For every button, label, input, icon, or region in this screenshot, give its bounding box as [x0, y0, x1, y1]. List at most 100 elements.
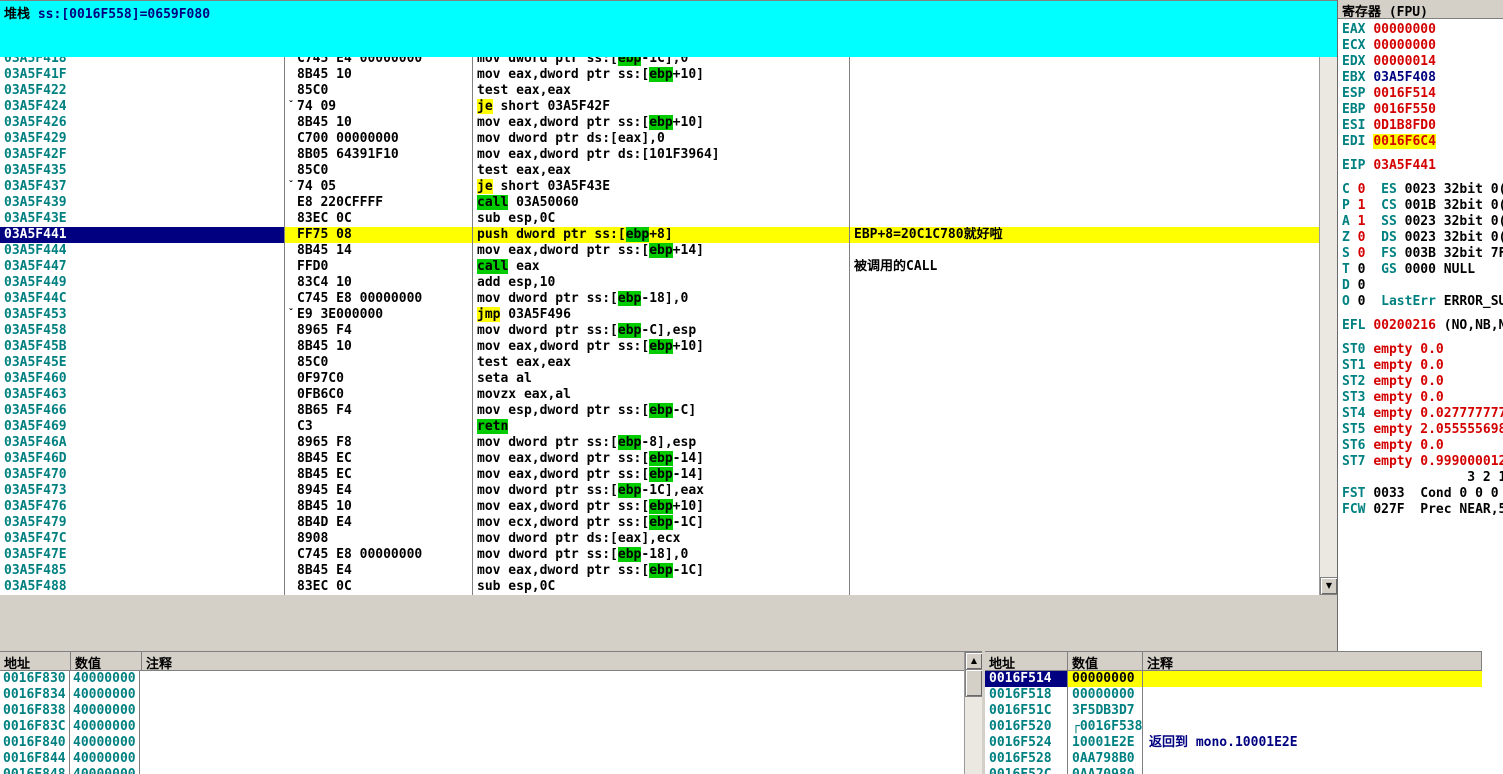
disasm-row[interactable]: 03A5F46D 8B45 EC mov eax,dword ptr ss:[ebp…	[0, 451, 1337, 467]
info-label: 堆栈	[4, 7, 31, 22]
instruction-disassembly: mov dword ptr ds:[eax],0	[473, 131, 850, 147]
register-line[interactable]: T 0 GS 0000 NULL	[1342, 262, 1503, 278]
register-line[interactable]: P 1 CS 001B 32bit 0(FFFFFFFF)	[1342, 198, 1503, 214]
register-line[interactable]: ESP 0016F514	[1342, 86, 1503, 102]
info-pane: 堆栈 ss:[0016F558]=0659F080	[0, 0, 1337, 57]
register-line[interactable]: C 0 ES 0023 32bit 0(FFFFFFFF)	[1342, 182, 1503, 198]
stack-row[interactable]: 0016F518 00000000	[985, 687, 1482, 703]
instruction-disassembly: mov dword ptr ss:[ebp-C],esp	[473, 323, 850, 339]
disasm-row[interactable]: 03A5F466 8B65 F4 mov esp,dword ptr ss:[ebp…	[0, 403, 1337, 419]
disasm-row[interactable]: 03A5F45E 85C0 test eax,eax	[0, 355, 1337, 371]
disasm-row[interactable]: 03A5F441 FF75 08 push dword ptr ss:[ebp+8]…	[0, 227, 1337, 243]
stack-row[interactable]: 0016F51C 3F5DB3D7	[985, 703, 1482, 719]
register-line[interactable]: EIP 03A5F441	[1342, 158, 1503, 174]
scrollbar-thumb[interactable]	[965, 669, 982, 697]
dump-row[interactable]: 0016F83C 40000000	[0, 719, 982, 735]
register-spacer	[1342, 334, 1503, 342]
disassembly-scrollbar[interactable]: ▲ ▼	[1319, 0, 1337, 595]
row-comment	[1143, 751, 1482, 767]
disasm-row[interactable]: 03A5F485 8B45 E4 mov eax,dword ptr ss:[ebp…	[0, 563, 1337, 579]
register-line[interactable]: ST3 empty 0.0	[1342, 390, 1503, 406]
register-line[interactable]: EFL 00200216 (NO,NB,NE,A,NS,PE,GE,G)	[1342, 318, 1503, 334]
register-line[interactable]: EDI 0016F6C4	[1342, 134, 1503, 150]
instruction-disassembly: add esp,10	[473, 275, 850, 291]
disasm-row[interactable]: 03A5F43E 83EC 0C sub esp,0C	[0, 211, 1337, 227]
register-line[interactable]: S 0 FS 003B 32bit 7FFDE000(FFF)	[1342, 246, 1503, 262]
register-line[interactable]: O 0 LastErr ERROR_SUCCESS (00000000)	[1342, 294, 1503, 310]
instruction-disassembly: mov eax,dword ptr ss:[ebp-14]	[473, 451, 850, 467]
disasm-row[interactable]: 03A5F449 83C4 10 add esp,10	[0, 275, 1337, 291]
row-value: 00000000	[1068, 687, 1143, 703]
stack-row[interactable]: 0016F52C0AA70980	[985, 767, 1482, 774]
register-line[interactable]: ESI 0D1B8FD0	[1342, 118, 1503, 134]
disasm-row[interactable]: 03A5F435 85C0 test eax,eax	[0, 163, 1337, 179]
dump-scrollbar[interactable]: ▲	[964, 652, 982, 774]
disasm-row[interactable]: 03A5F473 8945 E4 mov dword ptr ss:[ebp-1C]…	[0, 483, 1337, 499]
register-line[interactable]: ST1 empty 0.0	[1342, 358, 1503, 374]
register-line[interactable]: ST4 empty 0.0277777777777777776	[1342, 406, 1503, 422]
disasm-row[interactable]: 03A5F458 8965 F4 mov dword ptr ss:[ebp-C],…	[0, 323, 1337, 339]
disasm-row[interactable]: 03A5F429 C700 00000000 mov dword ptr ds:[e…	[0, 131, 1337, 147]
disasm-row[interactable]: 03A5F460 0F97C0 seta al	[0, 371, 1337, 387]
register-line[interactable]: D 0	[1342, 278, 1503, 294]
disasm-row[interactable]: 03A5F479 8B4D E4 mov ecx,dword ptr ss:[ebp…	[0, 515, 1337, 531]
disasm-row[interactable]: 03A5F488 83EC 0C sub esp,0C	[0, 579, 1337, 595]
scroll-up-button[interactable]: ▲	[965, 652, 982, 670]
register-line[interactable]: ST0 empty 0.0	[1342, 342, 1503, 358]
dump-row[interactable]: 0016F844 40000000	[0, 751, 982, 767]
dump-row[interactable]: 0016F840 40000000	[0, 735, 982, 751]
disasm-row[interactable]: 03A5F447 FFD0 call eax 被调用的CALL	[0, 259, 1337, 275]
row-comment	[1143, 703, 1482, 719]
instruction-address: 03A5F47C	[0, 531, 285, 547]
row-address: 0016F840	[0, 735, 70, 751]
register-line[interactable]: ECX 00000000	[1342, 38, 1503, 54]
dump-row[interactable]: 0016F838 40000000	[0, 703, 982, 719]
stack-row[interactable]: 0016F520 ┌0016F538	[985, 719, 1482, 735]
disasm-row[interactable]: 03A5F476 8B45 10 mov eax,dword ptr ss:[ebp…	[0, 499, 1337, 515]
instruction-disassembly: je short 03A5F42F	[473, 99, 850, 115]
stack-row[interactable]: 0016F514 00000000	[985, 671, 1482, 687]
scroll-down-button[interactable]: ▼	[1320, 577, 1337, 595]
disasm-row[interactable]: 03A5F45B 8B45 10 mov eax,dword ptr ss:[ebp…	[0, 339, 1337, 355]
disasm-row[interactable]: 03A5F439 E8 220CFFFF call 03A50060	[0, 195, 1337, 211]
register-text: 0016F550	[1373, 102, 1436, 117]
disasm-row[interactable]: 03A5F44C C745 E8 00000000 mov dword ptr ss…	[0, 291, 1337, 307]
register-line[interactable]: ST2 empty 0.0	[1342, 374, 1503, 390]
register-line[interactable]: Z 0 DS 0023 32bit 0(FFFFFFFF)	[1342, 230, 1503, 246]
register-line[interactable]: EAX 00000000	[1342, 22, 1503, 38]
instruction-address: 03A5F441	[0, 227, 285, 243]
register-line[interactable]: 3 2 1 0 E S P U O Z D I	[1342, 470, 1503, 486]
instruction-disassembly: push dword ptr ss:[ebp+8]	[473, 227, 850, 243]
disasm-row[interactable]: 03A5F42F 8B05 64391F10 mov eax,dword ptr d…	[0, 147, 1337, 163]
register-line[interactable]: EDX 00000014	[1342, 54, 1503, 70]
disasm-row[interactable]: 03A5F47C 8908 mov dword ptr ds:[eax],ecx	[0, 531, 1337, 547]
register-line[interactable]: EBX 03A5F408	[1342, 70, 1503, 86]
register-text: 00000014	[1373, 54, 1436, 69]
disasm-row[interactable]: 03A5F426 8B45 10 mov eax,dword ptr ss:[ebp…	[0, 115, 1337, 131]
dump-row[interactable]: 0016F830 40000000	[0, 671, 982, 687]
disasm-row[interactable]: 03A5F469 C3 retn	[0, 419, 1337, 435]
register-line[interactable]: ST7 empty 0.9990000128746032715	[1342, 454, 1503, 470]
register-line[interactable]: A 1 SS 0023 32bit 0(FFFFFFFF)	[1342, 214, 1503, 230]
disasm-row[interactable]: 03A5F453 ˇ E9 3E000000 jmp 03A5F496	[0, 307, 1337, 323]
disasm-row[interactable]: 03A5F41F 8B45 10 mov eax,dword ptr ss:[ebp…	[0, 67, 1337, 83]
disasm-row[interactable]: 03A5F46A 8965 F8 mov dword ptr ss:[ebp-8],…	[0, 435, 1337, 451]
disasm-row[interactable]: 03A5F444 8B45 14 mov eax,dword ptr ss:[ebp…	[0, 243, 1337, 259]
dump-row[interactable]: 0016F84840000000	[0, 767, 982, 774]
disasm-row[interactable]: 03A5F422 85C0 test eax,eax	[0, 83, 1337, 99]
disasm-row[interactable]: 03A5F463 0FB6C0 movzx eax,al	[0, 387, 1337, 403]
stack-row[interactable]: 0016F528 0AA798B0	[985, 751, 1482, 767]
register-line[interactable]: EBP 0016F550	[1342, 102, 1503, 118]
register-line[interactable]: ST5 empty 2.0555556983947753906	[1342, 422, 1503, 438]
disasm-row[interactable]: 03A5F437 ˇ 74 05 je short 03A5F43E	[0, 179, 1337, 195]
dump-row[interactable]: 0016F834 40000000	[0, 687, 982, 703]
instruction-address: 03A5F485	[0, 563, 285, 579]
disasm-row[interactable]: 03A5F47E C745 E8 00000000 mov dword ptr ss…	[0, 547, 1337, 563]
disasm-row[interactable]: 03A5F424 ˇ 74 09 je short 03A5F42F	[0, 99, 1337, 115]
disasm-row[interactable]: 03A5F470 8B45 EC mov eax,dword ptr ss:[ebp…	[0, 467, 1337, 483]
register-line[interactable]: FCW 027F Prec NEAR,53 Mask 1 1 1 1 1 1	[1342, 502, 1503, 518]
register-line[interactable]: FST 0033 Cond 0 0 0 0 Err 0 0 1 1 0 0 1 …	[1342, 486, 1503, 502]
register-line[interactable]: ST6 empty 0.0	[1342, 438, 1503, 454]
stack-row[interactable]: 0016F524 10001E2E 返回到 mono.10001E2E	[985, 735, 1482, 751]
register-text: T	[1342, 262, 1358, 277]
